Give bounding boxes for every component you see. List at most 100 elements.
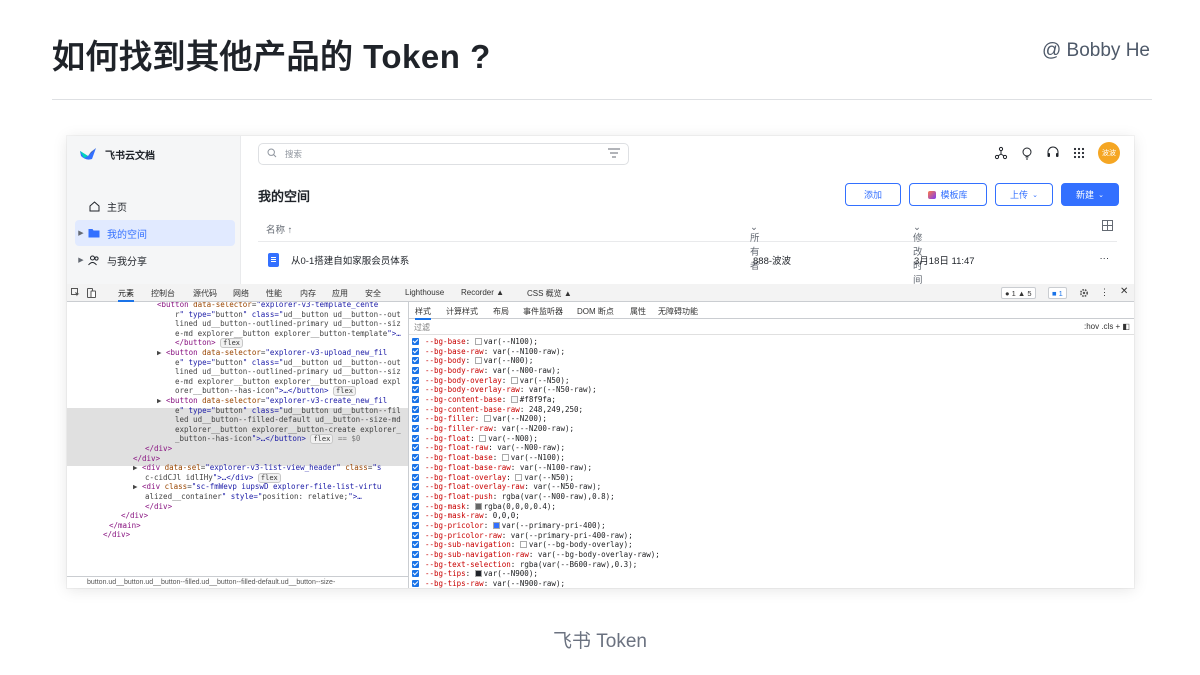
filter-tools[interactable]: :hov .cls + ◧ [1084,322,1130,331]
dom-node-line[interactable]: </div> [67,444,408,454]
filter-input[interactable]: 过滤 [414,322,430,333]
checkbox-checked-icon[interactable] [412,502,419,510]
css-property-line[interactable]: --bg-float: var(--N00); [412,434,538,444]
dom-node-line[interactable]: _button--has-icon">…</button> flex == $0 [67,434,408,445]
checkbox-checked-icon[interactable] [412,347,419,355]
css-property-line[interactable]: --bg-sub-navigation: var(--bg-body-overl… [412,540,633,550]
file-name[interactable]: 从0-1搭建自如家服会员体系 [291,253,409,267]
css-property-line[interactable]: --bg-body-overlay: var(--N50); [412,376,569,386]
avatar[interactable]: 波波 [1098,142,1120,164]
grid-view-icon[interactable] [1102,220,1113,234]
dom-node-line[interactable]: e" type="button" class="ud__button ud__b… [67,406,408,416]
css-property-line[interactable]: --bg-tips: var(--N900); [412,569,538,579]
checkbox-checked-icon[interactable] [412,531,419,539]
color-swatch[interactable] [519,541,527,549]
css-property-line[interactable]: --bg-content-base-raw: 248,249,250; [412,405,583,415]
dom-node-line[interactable]: lined ud__button--outlined-primary ud__b… [67,319,408,329]
styles-tab[interactable]: 属性 [630,306,646,317]
new-button[interactable]: 新建 ⌄ [1061,183,1119,206]
devtools-tab[interactable]: 源代码 [193,288,217,299]
color-swatch[interactable] [501,454,509,462]
checkbox-checked-icon[interactable] [412,492,419,500]
css-property-line[interactable]: --bg-body-overlay-raw: var(--N50-raw); [412,385,597,395]
app-grid-icon[interactable] [1072,146,1086,160]
css-property-line[interactable]: --bg-body: var(--N00); [412,356,533,366]
color-swatch[interactable] [474,357,482,365]
color-swatch[interactable] [510,376,518,384]
devtools-tab[interactable]: 安全 [365,288,381,299]
checkbox-checked-icon[interactable] [412,521,419,529]
css-property-line[interactable]: --bg-base-raw: var(--N100-raw); [412,347,565,357]
color-swatch[interactable] [492,521,500,529]
search-input[interactable]: 搜索 [285,148,302,160]
flex-badge[interactable]: flex [257,472,281,483]
styles-tab[interactable]: 无障碍功能 [658,306,698,317]
sidebar-item[interactable]: ▶ 与我分享 [75,247,235,273]
dom-node-line[interactable]: <button data-selector="explorer-v3-templ… [67,302,408,310]
lightbulb-icon[interactable] [1020,146,1034,160]
file-row[interactable]: 从0-1搭建自如家服会员体系 888-波波 3月18日 11:47 ··· [258,244,1117,274]
search-box[interactable]: 搜索 [258,143,629,165]
checkbox-checked-icon[interactable] [412,541,419,549]
devtools-tab[interactable]: 内存 [300,288,316,299]
dom-node-line[interactable]: </div> [67,454,408,464]
dom-node-line[interactable]: r" type="button" class="ud__button ud__b… [67,310,408,320]
css-property-line[interactable]: --bg-mask-raw: 0,0,0; [412,511,520,521]
checkbox-checked-icon[interactable] [412,560,419,568]
checkbox-checked-icon[interactable] [412,357,419,365]
add-button[interactable]: 添加 [845,183,901,206]
dom-node-line[interactable]: ▶ <div class="sc-fmWevp iupswD explorer-… [67,482,408,492]
color-swatch[interactable] [474,338,482,345]
checkbox-checked-icon[interactable] [412,386,419,394]
styles-tab[interactable]: 样式 [415,306,431,320]
checkbox-checked-icon[interactable] [412,580,419,587]
checkbox-checked-icon[interactable] [412,454,419,462]
devtools-tab[interactable]: 网络 [233,288,249,299]
close-icon[interactable]: ✕ [1120,287,1128,297]
css-property-line[interactable]: --bg-float-overlay: var(--N50); [412,473,574,483]
dom-node-line[interactable]: led ud__button--filled-default ud__butto… [67,415,408,425]
dom-node-line[interactable]: </div> [67,511,408,521]
flex-badge[interactable]: flex [333,386,356,397]
css-property-line[interactable]: --bg-filler-raw: var(--N200-raw); [412,424,574,434]
checkbox-checked-icon[interactable] [412,367,419,375]
css-property-line[interactable]: --bg-float-base: var(--N100); [412,453,565,463]
dom-node-line[interactable]: ▶ <button data-selector="explorer-v3-upl… [67,348,408,358]
column-modified-header[interactable]: 修改时间 ⌄ [913,222,923,286]
css-property-line[interactable]: --bg-pricolor: var(--primary-pri-400); [412,521,606,531]
checkbox-checked-icon[interactable] [412,415,419,423]
dom-node-line[interactable]: </main> [67,521,408,531]
css-property-line[interactable]: --bg-tips-raw: var(--N900-raw); [412,579,565,588]
checkbox-checked-icon[interactable] [412,338,419,345]
upload-button[interactable]: 上传 ⌄ [995,183,1053,206]
checkbox-checked-icon[interactable] [412,512,419,520]
css-property-line[interactable]: --bg-float-overlay-raw: var(--N50-raw); [412,482,601,492]
dom-node-line[interactable]: ▶ <div data-sel="explorer-v3-list-view_h… [67,463,408,473]
flex-badge[interactable]: flex [220,338,244,349]
checkbox-checked-icon[interactable] [412,473,419,481]
template-library-button[interactable]: 模板库 [909,183,987,206]
flex-badge[interactable]: flex [310,434,334,445]
dom-node-line[interactable]: alized__container" style="position: rela… [67,492,408,502]
color-swatch[interactable] [515,473,523,481]
checkbox-checked-icon[interactable] [412,405,419,413]
css-property-line[interactable]: --bg-pricolor-raw: var(--primary-pri-400… [412,531,633,541]
column-name-header[interactable]: 名称 ↑ [266,222,292,236]
css-property-line[interactable]: --bg-base: var(--N100); [412,337,538,347]
checkbox-checked-icon[interactable] [412,463,419,471]
css-property-line[interactable]: --bg-content-base: #f8f9fa; [412,395,556,405]
devtools-tab[interactable]: 应用 [332,288,348,299]
css-property-line[interactable]: --bg-filler: var(--N200); [412,414,547,424]
css-property-line[interactable]: --bg-float-base-raw: var(--N100-raw); [412,463,592,473]
dom-node-line[interactable]: lined ud__button--outlined-primary ud__b… [67,367,408,377]
dom-node-line[interactable]: e" type="button" class="ud__button ud__b… [67,358,408,368]
checkbox-checked-icon[interactable] [412,425,419,433]
more-options-icon[interactable]: ⋮ [1100,288,1109,297]
column-owner-header[interactable]: 所有者 ⌄ [750,222,760,272]
color-swatch[interactable] [479,434,487,442]
dom-node-line[interactable]: explorer__button explorer__button-create… [67,425,408,435]
checkbox-checked-icon[interactable] [412,376,419,384]
css-property-line[interactable]: --bg-float-push: rgba(var(--N00-raw),0.8… [412,492,615,502]
dom-node-line[interactable]: c-cidCJl idlIHy">…</div> flex [67,472,408,483]
dom-node-line[interactable]: </div> [67,502,408,512]
